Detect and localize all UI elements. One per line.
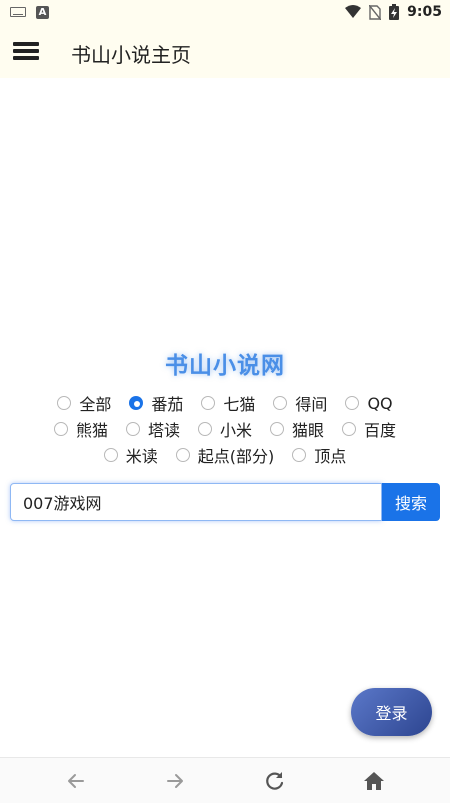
radio-qimao[interactable]: 七猫 [201, 391, 255, 415]
radio-baidu[interactable]: 百度 [342, 417, 396, 441]
hamburger-menu-icon[interactable] [13, 42, 39, 60]
page-title: 书山小说主页 [71, 43, 191, 67]
wifi-icon [345, 5, 362, 18]
radio-circle-checked[interactable] [129, 396, 144, 410]
radio-xiongmao[interactable]: 熊猫 [53, 417, 108, 441]
source-radio-row-2: 熊猫 塔读 小米 猫眼 百度 [0, 417, 450, 441]
radio-label: 百度 [364, 421, 397, 440]
radio-circle[interactable] [57, 396, 72, 410]
radio-circle[interactable] [197, 422, 212, 436]
radio-label: 全部 [79, 395, 112, 414]
search-button[interactable]: 搜索 [382, 483, 440, 521]
radio-label: 猫眼 [292, 421, 325, 440]
radio-circle[interactable] [273, 396, 288, 410]
radio-xiaomi[interactable]: 小米 [197, 417, 252, 441]
forward-arrow-icon[interactable] [162, 768, 188, 794]
radio-maoyan[interactable]: 猫眼 [270, 417, 324, 441]
radio-tadu[interactable]: 塔读 [125, 417, 180, 441]
radio-label: 起点(部分) [197, 447, 275, 466]
source-radio-row-3: 米读 起点(部分) 顶点 [0, 443, 450, 467]
radio-all[interactable]: 全部 [57, 391, 111, 415]
bottom-navigation-bar [0, 757, 450, 803]
radio-circle[interactable] [342, 422, 357, 436]
radio-label: 顶点 [314, 447, 347, 466]
radio-circle[interactable] [201, 396, 216, 410]
app-bar: 书山小说主页 [0, 24, 450, 78]
home-icon[interactable] [361, 768, 387, 794]
radio-fanqie[interactable]: 番茄 [129, 391, 183, 415]
battery-charging-icon [389, 4, 400, 20]
radio-circle[interactable] [125, 422, 140, 436]
radio-circle[interactable] [345, 396, 360, 410]
site-logo-text: 书山小说网 [165, 353, 285, 379]
radio-circle[interactable] [103, 448, 118, 462]
radio-label: QQ [367, 393, 393, 413]
radio-circle[interactable] [270, 422, 284, 436]
radio-circle[interactable] [175, 448, 190, 462]
radio-dingdian[interactable]: 顶点 [292, 443, 346, 467]
radio-qq[interactable]: QQ [345, 391, 393, 415]
refresh-icon[interactable] [262, 768, 288, 794]
login-button[interactable]: 登录 [351, 688, 432, 736]
search-bar: 搜索 [10, 483, 440, 521]
a-notification-icon: A [36, 5, 49, 19]
radio-label: 小米 [219, 421, 252, 440]
search-input[interactable] [10, 483, 382, 521]
source-radio-row-1: 全部 番茄 七猫 得间 QQ [0, 391, 450, 415]
radio-label: 熊猫 [75, 421, 108, 440]
status-time: 9:05 [407, 4, 442, 20]
radio-label: 米读 [125, 447, 158, 466]
radio-qidian[interactable]: 起点(部分) [175, 443, 275, 467]
radio-label: 得间 [295, 395, 328, 414]
radio-midu[interactable]: 米读 [103, 443, 158, 467]
back-arrow-icon[interactable] [63, 768, 89, 794]
radio-label: 七猫 [223, 395, 256, 414]
radio-label: 番茄 [151, 395, 184, 414]
radio-dejian[interactable]: 得间 [273, 391, 327, 415]
radio-circle[interactable] [292, 448, 307, 462]
no-sim-icon [369, 4, 382, 20]
status-bar: A 9:05 [0, 0, 450, 24]
radio-label: 塔读 [147, 421, 180, 440]
radio-circle[interactable] [53, 422, 68, 436]
keyboard-icon [10, 7, 26, 17]
